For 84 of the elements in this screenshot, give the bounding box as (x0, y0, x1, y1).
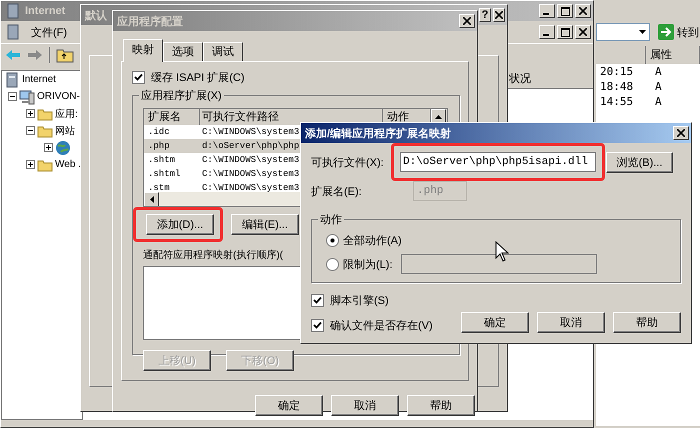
right-arrow-icon (658, 24, 674, 40)
table-cell-text: .idc (147, 127, 171, 137)
close-icon (579, 7, 587, 15)
tab[interactable]: 映射 (123, 39, 163, 62)
table-cell-text: C:\WINDOWS\system3 (201, 183, 300, 193)
table-cell-text: .shtml (147, 169, 182, 179)
go-button[interactable]: 转到 (658, 24, 699, 40)
table-cell-text: A (654, 64, 662, 79)
expand-box-icon[interactable] (44, 143, 53, 152)
table-cell-text: A (654, 79, 662, 94)
close-button[interactable] (673, 126, 689, 140)
server-icon (5, 3, 21, 19)
globe-icon (55, 140, 71, 156)
tree-item[interactable]: ORIVON- (37, 91, 80, 102)
tab[interactable]: 调试 (203, 42, 243, 61)
minimize-button[interactable] (539, 25, 555, 39)
scroll-left-button[interactable] (144, 192, 159, 206)
field-label: 扩展名(E): (311, 184, 363, 198)
maximize-icon (560, 28, 570, 36)
table-cell-text: .stm (147, 183, 171, 193)
tree-item[interactable]: 网站 (55, 124, 75, 138)
add-button[interactable]: 添加(D)... (146, 214, 214, 235)
close-icon (579, 28, 587, 36)
close-icon (463, 17, 471, 25)
mouse-pointer-icon (495, 241, 509, 263)
checkbox[interactable] (311, 294, 324, 307)
collapse-box-icon[interactable] (8, 92, 17, 101)
checkbox-label[interactable]: 确认文件是否存在(V) (330, 318, 433, 333)
window-title: 应用程序配置 (117, 14, 183, 28)
window-title: 添加/编辑应用程序扩展名映射 (305, 126, 452, 140)
browse-button[interactable]: 浏览(B)... (606, 152, 673, 172)
cancel-button[interactable]: 取消 (331, 395, 399, 416)
dropdown-arrow-icon[interactable] (639, 30, 646, 34)
checkbox[interactable] (311, 319, 324, 332)
executable-path-field[interactable]: D:\oServer\php\php5isapi.dll (400, 152, 596, 172)
tree-item[interactable]: 应用: (55, 106, 78, 120)
ok-button[interactable]: 确定 (461, 312, 529, 333)
folder-up-icon[interactable] (56, 47, 74, 63)
wildcard-list-label: 通配符应用程序映射(执行顺序)( (143, 248, 283, 262)
tree-item[interactable]: Web . (55, 159, 81, 170)
checkbox-label[interactable]: 脚本引擎(S) (330, 293, 389, 308)
tree-item[interactable]: Internet (22, 74, 56, 85)
table-cell-text: 14:55 (599, 94, 634, 109)
close-button[interactable] (575, 25, 591, 39)
server-icon (5, 24, 21, 40)
group-label: 动作 (318, 212, 344, 227)
tab[interactable]: 选项 (163, 42, 203, 61)
window-title: Internet (25, 5, 66, 17)
field-label: 可执行文件(X): (311, 156, 385, 170)
table-cell-text: .php (147, 141, 171, 151)
table-cell-text: A (654, 94, 662, 109)
table-cell-text: C:\WINDOWS\system3 (201, 127, 300, 137)
computer-icon (19, 88, 35, 104)
expand-box-icon[interactable] (26, 109, 35, 118)
close-icon (495, 11, 503, 19)
cancel-button[interactable]: 取消 (537, 312, 605, 333)
radio-button[interactable] (326, 258, 339, 270)
table-cell-text: C:\WINDOWS\system3 (201, 155, 300, 165)
maximize-button[interactable] (557, 25, 573, 39)
radio-label[interactable]: 全部动作(A) (343, 232, 402, 248)
menu-item[interactable]: 文件(F) (31, 24, 68, 40)
checkbox-label[interactable]: 缓存 ISAPI 扩展(C) (151, 70, 245, 85)
close-icon (677, 129, 685, 137)
radio-button[interactable] (326, 234, 339, 246)
table-cell-text: C:\WINDOWS\system3 (201, 169, 300, 179)
help-button[interactable]: 帮助 (613, 312, 681, 333)
table-cell-text: 20:15 (599, 64, 634, 79)
column-header[interactable]: 扩展名 (144, 109, 200, 125)
table-cell-text: .shtm (147, 155, 176, 165)
left-triangle-icon (150, 196, 154, 203)
group-label: 应用程序扩展(X) (139, 88, 224, 103)
window-title: 默认 (85, 8, 107, 22)
table-cell-text: 18:48 (599, 79, 634, 94)
radio-label[interactable]: 限制为(L): (343, 256, 392, 272)
expand-box-icon[interactable] (26, 160, 35, 169)
table-cell-text: d:\oServer\php\php (201, 141, 300, 151)
ok-button[interactable]: 确定 (255, 395, 323, 416)
maximize-icon (560, 6, 570, 16)
server-icon (4, 72, 20, 88)
checkbox[interactable] (132, 71, 145, 84)
up-triangle-icon (435, 114, 442, 118)
help-button[interactable]: 帮助 (407, 395, 475, 416)
collapse-box-icon[interactable] (26, 126, 35, 135)
edit-button[interactable]: 编辑(E)... (231, 214, 299, 235)
